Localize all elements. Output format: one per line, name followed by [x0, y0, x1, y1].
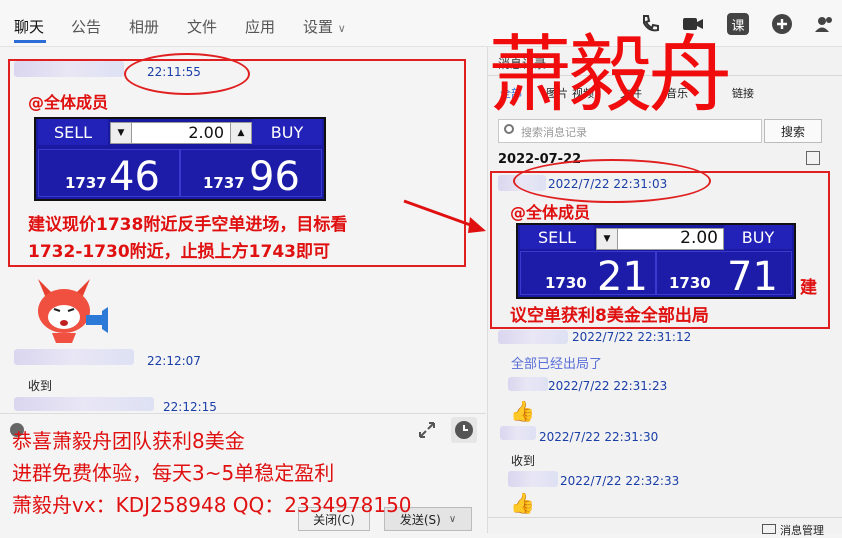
message-time: 22:12:15 — [163, 400, 217, 414]
watermark-name: 萧毅舟 — [488, 26, 732, 124]
sell-button[interactable]: SELL — [520, 225, 594, 249]
red-arrow — [403, 199, 486, 233]
message-text: 收到 — [511, 454, 536, 468]
buy-price-prefix: 1730 — [669, 274, 711, 292]
message-time: 2022/7/22 22:32:33 — [560, 474, 680, 488]
sell-price-cell[interactable]: 1737 46 — [38, 149, 180, 200]
expand-icon[interactable] — [416, 419, 438, 441]
message-text-line1: 建议现价1738附近反手空单进场，目标看 — [28, 215, 348, 235]
chevron-down-icon: ∨ — [337, 22, 346, 35]
tab-chat[interactable]: 聊天 — [14, 16, 44, 37]
buy-price-cell[interactable]: 1730 71 — [656, 251, 792, 300]
message-time: 22:12:07 — [147, 354, 201, 368]
buy-price-prefix: 1737 — [203, 174, 245, 192]
tab-apps[interactable]: 应用 — [245, 16, 275, 37]
ad-line-2: 进群免费体验，每天3~5单稳定盈利 — [12, 461, 335, 485]
mention-all: @全体成员 — [510, 203, 591, 222]
message-time: 2022/7/22 22:31:30 — [539, 430, 659, 444]
sender-name-blurred — [508, 471, 558, 487]
sell-price-pips: 21 — [597, 254, 648, 300]
sender-name-blurred — [14, 397, 154, 411]
tab-files[interactable]: 文件 — [187, 16, 217, 37]
chevron-down-icon: ∨ — [448, 513, 457, 525]
buy-price-pips: 96 — [249, 154, 300, 200]
sell-price-cell[interactable]: 1730 21 — [520, 251, 656, 300]
fox-sticker — [30, 273, 110, 345]
sender-name-blurred — [498, 330, 568, 344]
message-manage[interactable]: 消息管理 — [780, 522, 824, 538]
sell-button[interactable]: SELL — [38, 119, 108, 145]
message-time: 2022/7/22 22:31:12 — [572, 330, 692, 344]
message-text: 收到 — [28, 379, 53, 393]
message-text-line2: 1732-1730附近，止损上方1743即可 — [28, 242, 330, 262]
buy-button[interactable]: BUY — [724, 225, 792, 249]
message-text: 全部已经出局了 — [511, 357, 603, 372]
buy-price-cell[interactable]: 1737 96 — [180, 149, 322, 200]
quantity-value: 2.00 — [188, 122, 224, 142]
sender-name-blurred — [508, 377, 548, 391]
history-footer-divider — [488, 517, 842, 518]
thumbs-up-icon: 👍 — [510, 491, 535, 515]
history-clock-icon[interactable] — [451, 417, 477, 443]
trade-panel: SELL ▼ 2.00 ▲ BUY 1737 46 1737 96 — [34, 117, 326, 201]
sender-name-blurred — [500, 426, 536, 440]
sell-price-prefix: 1730 — [545, 274, 587, 292]
ad-line-3: 萧毅舟vx：KDJ258948 QQ：2334978150 — [12, 493, 412, 517]
active-tab-indicator — [14, 40, 46, 43]
tab-announcement[interactable]: 公告 — [71, 16, 101, 37]
sell-price-prefix: 1737 — [65, 174, 107, 192]
ad-line-1: 恭喜萧毅舟团队获利8美金 — [12, 429, 245, 453]
chevron-down-icon[interactable]: ▼ — [596, 228, 618, 250]
mention-all: @全体成员 — [28, 93, 109, 112]
quantity-value: 2.00 — [680, 228, 718, 248]
tab-settings[interactable]: 设置 ∨ — [303, 16, 346, 37]
tab-album[interactable]: 相册 — [129, 16, 159, 37]
message-text-part1: 建 — [800, 278, 817, 298]
thumbs-up-icon: 👍 — [510, 399, 535, 423]
sender-name-blurred — [14, 349, 134, 365]
calendar-icon[interactable] — [806, 151, 820, 165]
chevron-down-icon[interactable]: ▼ — [110, 122, 132, 144]
buy-button[interactable]: BUY — [252, 119, 322, 145]
tab-settings-label: 设置 — [303, 18, 334, 36]
chevron-up-icon[interactable]: ▲ — [230, 122, 252, 144]
message-text-part2: 议空单获利8美金全部出局 — [510, 306, 709, 326]
trade-panel: SELL ▼ 2.00 BUY 1730 21 1730 71 — [516, 223, 796, 300]
sell-price-pips: 46 — [109, 154, 160, 200]
buy-price-pips: 71 — [727, 254, 778, 300]
message-time: 2022/7/22 22:31:23 — [548, 379, 668, 393]
composer-divider — [0, 413, 486, 414]
